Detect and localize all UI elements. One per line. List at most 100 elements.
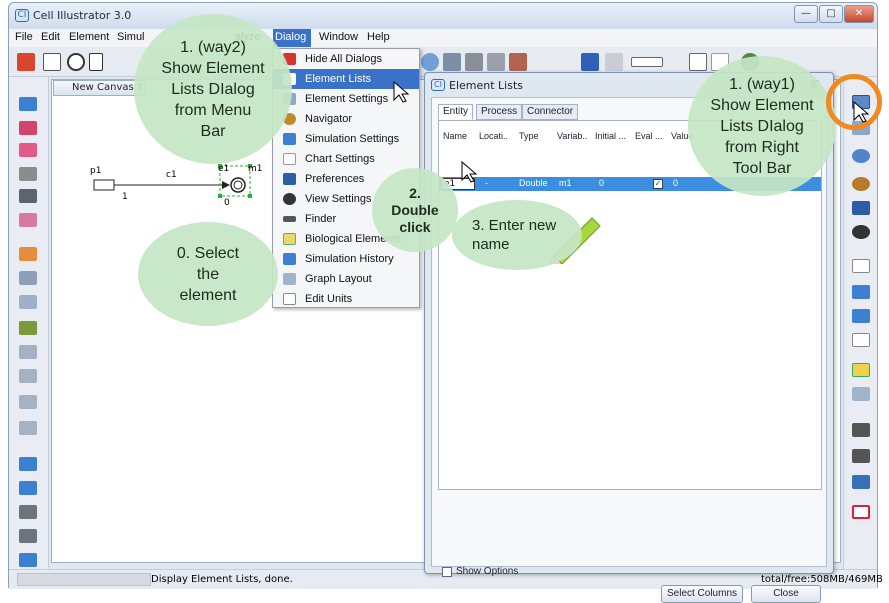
gear-tool-icon[interactable] — [465, 53, 483, 71]
align-top-icon[interactable] — [19, 295, 37, 309]
label-1: 1 — [122, 192, 128, 202]
navigator-toolbar-icon[interactable] — [852, 149, 870, 163]
show-options-checkbox[interactable] — [442, 567, 452, 577]
chart-settings-icon — [283, 153, 296, 165]
callout-select-element: 0. Select the element — [138, 222, 278, 326]
menu-item-graph-layout[interactable]: Graph Layout — [273, 269, 419, 289]
label-p1: p1 — [90, 166, 102, 176]
callout-way1: 1. (way1) Show Element Lists DIalog from… — [688, 56, 836, 196]
menu-item-chart-settings[interactable]: Chart Settings — [273, 149, 419, 169]
eval-checkbox[interactable]: ✓ — [653, 179, 663, 189]
place-p1 — [93, 179, 115, 191]
label-0: 0 — [224, 198, 230, 208]
chart-toolbar-icon[interactable] — [852, 259, 870, 273]
menu-simulation[interactable]: Simul — [117, 31, 145, 43]
minimize-button[interactable]: — — [794, 5, 818, 23]
show-options[interactable]: Show Options — [442, 566, 518, 577]
stop-icon[interactable] — [17, 53, 35, 71]
align-right-icon[interactable] — [19, 369, 37, 383]
stop-sim-icon[interactable] — [19, 529, 37, 543]
cell-location: - — [485, 178, 488, 188]
marker-icon[interactable] — [509, 53, 527, 71]
tools-toolbar-icon[interactable] — [852, 201, 870, 215]
tab-entity[interactable]: Entity — [438, 104, 474, 120]
center-vertical-icon[interactable] — [19, 395, 37, 409]
align-bottom-icon[interactable] — [19, 321, 37, 335]
save-tool-icon[interactable] — [19, 189, 37, 203]
history-toolbar-icon[interactable] — [852, 309, 870, 323]
redo-icon[interactable] — [19, 271, 37, 285]
select-tool-icon[interactable] — [43, 53, 61, 71]
grid-icon[interactable] — [689, 53, 707, 71]
cursor-icon — [461, 160, 478, 183]
line-style-icon[interactable] — [631, 57, 663, 67]
preferences-icon — [283, 173, 296, 185]
pen-toolbar-icon[interactable] — [852, 423, 870, 437]
tab-new-canvas[interactable]: New Canvas 1 — [53, 80, 145, 96]
column-header-initial[interactable]: Initial ... — [595, 131, 626, 141]
menu-dialog[interactable]: Dialog — [275, 31, 306, 43]
menu-help[interactable]: Help — [367, 31, 390, 43]
menu-item-edit-units[interactable]: Edit Units — [273, 289, 419, 309]
transition-tool-icon[interactable] — [89, 53, 103, 71]
graph-layout-icon — [283, 273, 296, 285]
wheel-toolbar-icon[interactable] — [852, 177, 870, 191]
simulation-toolbar-icon[interactable] — [852, 285, 870, 299]
group-tool-icon[interactable] — [19, 167, 37, 181]
label-m1: m1 — [248, 164, 263, 174]
column-header-variable[interactable]: Variab.. — [557, 131, 587, 141]
status-message: Display Element Lists, done. — [151, 574, 293, 585]
column-header-type[interactable]: Type — [519, 131, 539, 141]
menu-item-navigator[interactable]: Navigator — [273, 109, 419, 129]
select-columns-button[interactable]: Select Columns — [661, 585, 743, 603]
fill-color-icon[interactable] — [581, 53, 599, 71]
column-header-location[interactable]: Locati.. — [479, 131, 508, 141]
plot-toolbar-icon[interactable] — [852, 449, 870, 463]
tab-connector[interactable]: Connector — [522, 104, 579, 120]
menu-edit[interactable]: Edit — [41, 31, 60, 43]
column-header-name[interactable]: Name — [443, 131, 467, 141]
menu-element[interactable]: Element — [69, 31, 109, 43]
menu-item-simulation-settings[interactable]: Simulation Settings — [273, 129, 419, 149]
step-icon[interactable] — [19, 481, 37, 495]
cursor-icon — [393, 80, 410, 103]
copy-tool-icon[interactable] — [19, 143, 37, 157]
cut-tool-icon[interactable] — [19, 213, 37, 227]
center-horizontal-icon[interactable] — [19, 421, 37, 435]
zoom-icon[interactable] — [421, 53, 439, 71]
menu-bar: File Edit Element Simul alyze Dialog Win… — [9, 29, 877, 47]
bio-toolbar-icon[interactable] — [852, 363, 870, 377]
paint-bucket-icon[interactable] — [605, 53, 623, 71]
graph-layout-toolbar-icon[interactable] — [852, 387, 870, 401]
progress-bar — [17, 573, 151, 586]
label-e1: e1 — [218, 164, 230, 174]
column-header-eval[interactable]: Eval ... — [635, 131, 663, 141]
title-bar[interactable]: CI Cell Illustrator 3.0 — □ ✕ — [9, 3, 877, 29]
menu-item-hide-all-dialogs[interactable]: Hide All Dialogs — [273, 49, 419, 69]
label-c1: c1 — [166, 170, 177, 180]
layout-icon[interactable] — [443, 53, 461, 71]
tool-icon[interactable] — [487, 53, 505, 71]
undo-icon[interactable] — [19, 247, 37, 261]
delete-tool-icon[interactable] — [19, 121, 37, 135]
play-icon[interactable] — [19, 457, 37, 471]
callout-enter-name: 3. Enter new name — [452, 200, 582, 270]
books-toolbar-icon[interactable] — [852, 475, 870, 489]
rewind-icon[interactable] — [19, 553, 37, 567]
menu-item-simulation-history[interactable]: Simulation History — [273, 249, 419, 269]
close-button[interactable]: ✕ — [844, 5, 874, 23]
dialog-close-button[interactable]: Close — [751, 585, 821, 603]
menu-window[interactable]: Window — [319, 31, 358, 43]
entity-tool-icon[interactable] — [19, 97, 37, 111]
menu-file[interactable]: File — [15, 31, 33, 43]
remove-toolbar-icon[interactable] — [852, 505, 870, 519]
align-left-icon[interactable] — [19, 345, 37, 359]
units-toolbar-icon[interactable] — [852, 333, 870, 347]
pause-icon[interactable] — [19, 505, 37, 519]
place-tool-icon[interactable] — [67, 53, 85, 71]
view-toolbar-icon[interactable] — [852, 225, 870, 239]
tab-process[interactable]: Process — [476, 104, 523, 120]
maximize-button[interactable]: □ — [819, 5, 843, 23]
cell-type: Double — [519, 178, 548, 188]
view-settings-icon — [283, 193, 296, 205]
